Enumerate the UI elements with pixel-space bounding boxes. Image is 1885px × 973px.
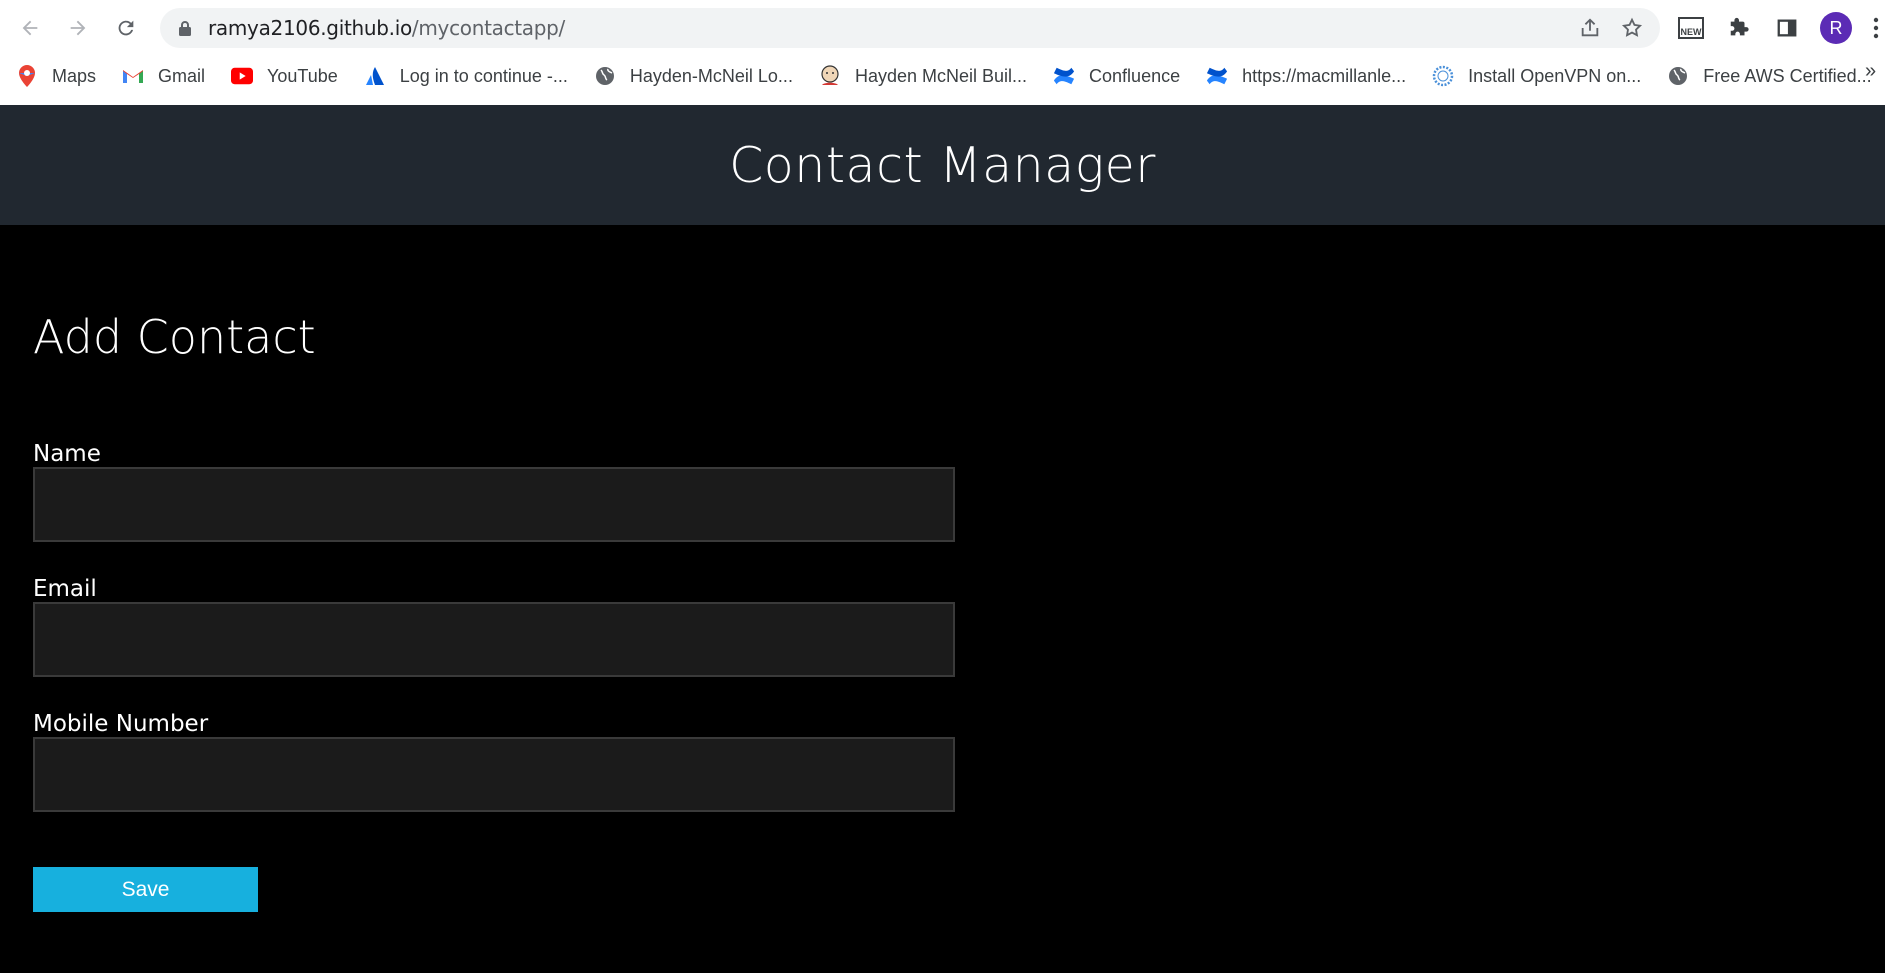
lock-icon bbox=[179, 21, 191, 36]
bookmark-gmail[interactable]: Gmail bbox=[122, 65, 205, 87]
confluence-icon bbox=[1053, 65, 1075, 87]
browser-toolbar: ramya2106.github.io/mycontactapp/ NEW R bbox=[0, 0, 1885, 56]
browser-chrome: ramya2106.github.io/mycontactapp/ NEW R … bbox=[0, 0, 1885, 106]
bookmark-openvpn[interactable]: Install OpenVPN on... bbox=[1432, 65, 1641, 87]
bookmark-youtube[interactable]: YouTube bbox=[231, 65, 338, 87]
name-label: Name bbox=[33, 441, 101, 467]
form-heading: Add Contact bbox=[33, 310, 316, 364]
bookmark-hayden-mcneil-build[interactable]: Hayden McNeil Buil... bbox=[819, 65, 1027, 87]
side-panel-icon[interactable] bbox=[1769, 10, 1805, 46]
browser-menu-icon[interactable] bbox=[1866, 10, 1885, 46]
address-bar[interactable]: ramya2106.github.io/mycontactapp/ bbox=[160, 8, 1660, 48]
mobile-number-input[interactable] bbox=[33, 737, 955, 812]
maps-icon bbox=[16, 65, 38, 87]
bookmark-label: Free AWS Certified... bbox=[1703, 65, 1872, 86]
bookmark-star-icon[interactable] bbox=[1618, 14, 1646, 42]
add-contact-page: Add Contact Name Email Mobile Number Sav… bbox=[0, 225, 1885, 973]
bookmark-label: Gmail bbox=[158, 65, 206, 86]
bookmark-aws[interactable]: Free AWS Certified... bbox=[1667, 65, 1872, 87]
bookmarks-bar: Maps Gmail YouTube Log in to continue -.… bbox=[0, 56, 1885, 96]
youtube-icon bbox=[231, 65, 254, 87]
bookmark-label: Maps bbox=[52, 65, 97, 86]
email-label: Email bbox=[33, 576, 97, 602]
bookmark-label: YouTube bbox=[267, 65, 338, 86]
bookmark-label: https://macmillanle... bbox=[1242, 65, 1407, 86]
extension-new-icon[interactable]: NEW bbox=[1673, 10, 1709, 46]
profile-avatar[interactable]: R bbox=[1818, 10, 1854, 46]
back-arrow-icon bbox=[22, 20, 38, 36]
gmail-icon bbox=[122, 65, 144, 87]
app-title: Contact Manager bbox=[729, 136, 1156, 194]
bookmark-maps[interactable]: Maps bbox=[16, 65, 96, 87]
email-input[interactable] bbox=[33, 602, 955, 677]
bookmark-label: Hayden McNeil Buil... bbox=[854, 65, 1028, 86]
avatar: R bbox=[1820, 12, 1852, 44]
bookmark-label: Confluence bbox=[1089, 65, 1181, 86]
confluence-icon bbox=[1206, 65, 1228, 87]
openvpn-icon bbox=[1432, 65, 1454, 87]
forward-button[interactable] bbox=[60, 10, 96, 46]
forward-arrow-icon bbox=[70, 20, 86, 36]
share-icon[interactable] bbox=[1576, 14, 1604, 42]
globe-icon bbox=[1667, 65, 1689, 87]
bookmark-macmillan[interactable]: https://macmillanle... bbox=[1206, 65, 1406, 87]
save-button[interactable]: Save bbox=[33, 867, 258, 912]
reload-button[interactable] bbox=[108, 10, 144, 46]
app-header: Contact Manager bbox=[0, 105, 1885, 225]
bookmark-atlassian-login[interactable]: Log in to continue -... bbox=[364, 65, 568, 87]
extensions-puzzle-icon[interactable] bbox=[1721, 10, 1757, 46]
bookmark-label: Hayden-McNeil Lo... bbox=[629, 65, 793, 86]
url-path: /mycontactapp/ bbox=[411, 16, 565, 40]
mobile-number-label: Mobile Number bbox=[33, 711, 209, 737]
url-domain: ramya2106.github.io bbox=[208, 16, 412, 40]
reload-icon bbox=[118, 20, 134, 36]
extension-badge: NEW bbox=[1678, 17, 1704, 39]
more-bookmarks-button[interactable]: » bbox=[1865, 60, 1885, 83]
url-text: ramya2106.github.io/mycontactapp/ bbox=[208, 16, 565, 40]
bookmark-label: Install OpenVPN on... bbox=[1468, 65, 1642, 86]
bookmark-hayden-mcneil-login[interactable]: Hayden-McNeil Lo... bbox=[594, 65, 793, 87]
jenkins-icon bbox=[819, 65, 841, 87]
name-input[interactable] bbox=[33, 467, 955, 542]
globe-icon bbox=[594, 65, 616, 87]
atlassian-icon bbox=[364, 65, 386, 87]
bookmark-label: Log in to continue -... bbox=[399, 65, 568, 86]
bookmark-confluence[interactable]: Confluence bbox=[1053, 65, 1180, 87]
back-button[interactable] bbox=[12, 10, 48, 46]
